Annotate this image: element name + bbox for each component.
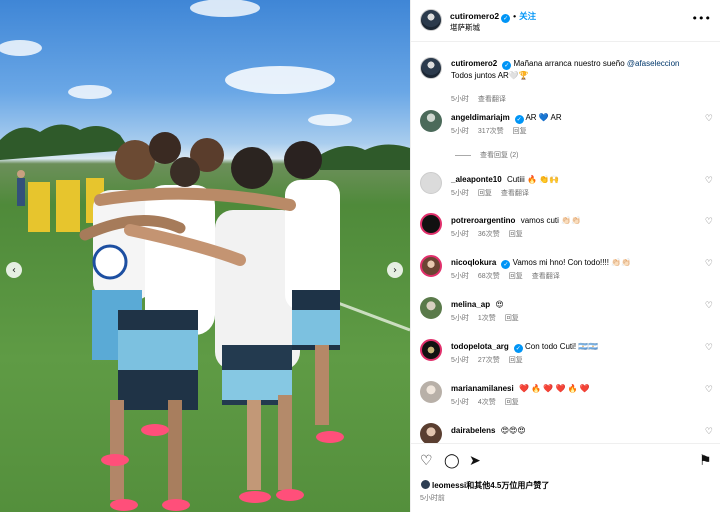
avatar[interactable] — [420, 9, 442, 31]
comment-username[interactable]: todopelota_arg — [451, 342, 509, 351]
caption-body: Mañana arranca nuestro sueño — [513, 59, 625, 68]
next-photo-button[interactable]: › — [387, 262, 403, 278]
caption-text: cutiromero2 ✓ Mañana arranca nuestro sueñ… — [451, 58, 695, 81]
comment-username[interactable]: potreroargentino — [451, 216, 515, 225]
comment-time: 5小时 — [451, 231, 469, 238]
comment-text: Con todo Cuti! 🇦🇷🇦🇷 — [525, 342, 599, 351]
follow-button[interactable]: 关注 — [519, 11, 536, 21]
caption-time: 5小时 — [451, 96, 469, 103]
avatar[interactable] — [420, 381, 442, 403]
bookmark-icon[interactable]: ⚑ — [699, 453, 712, 469]
separator: • — [513, 11, 517, 21]
comment-likes[interactable]: 36次赞 — [478, 231, 500, 238]
comment-time: 5小时 — [451, 315, 469, 322]
comments-list[interactable]: cutiromero2 ✓ Mañana arranca nuestro sueñ… — [411, 48, 720, 443]
avatar[interactable] — [420, 57, 442, 79]
like-comment-icon[interactable]: ♡ — [705, 427, 713, 437]
likes-count[interactable]: 和其他4.5万位用户赞了 — [466, 481, 549, 490]
like-comment-icon[interactable]: ♡ — [705, 259, 713, 269]
reply-button[interactable]: 回复 — [513, 128, 527, 135]
see-translation-link[interactable]: 查看翻译 — [478, 96, 506, 103]
comment-username[interactable]: marianamilanesi — [451, 384, 514, 393]
comment-likes[interactable]: 1次赞 — [478, 315, 496, 322]
reply-button[interactable]: 回复 — [509, 231, 523, 238]
reply-button[interactable]: 回复 — [509, 357, 523, 364]
comment-time: 5小时 — [451, 399, 469, 406]
verified-badge-icon: ✓ — [501, 14, 511, 23]
comment-likes[interactable]: 68次赞 — [478, 273, 500, 280]
comment-likes[interactable]: 317次赞 — [478, 128, 504, 135]
verified-badge-icon: ✓ — [501, 260, 511, 269]
avatar[interactable] — [420, 297, 442, 319]
mention-link[interactable]: @afaseleccion — [627, 59, 680, 68]
avatar[interactable] — [420, 339, 442, 361]
like-comment-icon[interactable]: ♡ — [705, 301, 713, 311]
caption-meta: 5小时 查看翻译 — [451, 94, 515, 104]
like-comment-icon[interactable]: ♡ — [705, 217, 713, 227]
reply-button[interactable]: 回复 — [509, 273, 523, 280]
comment-username[interactable]: angeldimariajm — [451, 113, 510, 122]
verified-badge-icon: ✓ — [513, 344, 523, 353]
comment-username[interactable]: dairabelens — [451, 426, 495, 435]
verified-badge-icon: ✓ — [502, 61, 512, 70]
avatar[interactable] — [420, 110, 442, 132]
caption-username[interactable]: cutiromero2 — [451, 59, 497, 68]
comment-text: 😍😍😍 — [500, 426, 526, 435]
more-options-icon[interactable]: ••• — [692, 12, 711, 25]
reply-button[interactable]: 回复 — [505, 399, 519, 406]
comment-text: 😍 — [495, 300, 504, 309]
heart-icon[interactable]: ♡ — [420, 453, 433, 469]
comment-text: ❤️ 🔥 ❤️ ❤️ 🔥 ❤️ — [518, 384, 590, 393]
likes-summary[interactable]: leomessi和其他4.5万位用户赞了 — [420, 479, 549, 491]
comment-text: Cutiii 🔥 👏🙌 — [506, 175, 560, 184]
comment-likes[interactable]: 4次赞 — [478, 399, 496, 406]
verified-badge-icon: ✓ — [514, 115, 524, 124]
share-icon[interactable]: ➤ — [469, 453, 481, 469]
post-time: 5小时前 — [420, 495, 445, 502]
post-side-panel: cutiromero2 ✓ • 关注 堪萨斯城 ••• cutiromero2 ✓ Ma… — [410, 0, 720, 512]
like-comment-icon[interactable]: ♡ — [705, 114, 713, 124]
see-translation-link[interactable]: 查看翻译 — [501, 190, 529, 197]
comment-text: AR 💙 AR — [525, 113, 562, 122]
avatar — [420, 479, 431, 490]
previous-photo-button[interactable]: ‹ — [6, 262, 22, 278]
team-huddle-image — [0, 0, 410, 511]
comment-time: 5小时 — [451, 128, 469, 135]
avatar[interactable] — [420, 213, 442, 235]
see-translation-link[interactable]: 查看翻译 — [532, 273, 560, 280]
post-photo[interactable]: ‹ › — [0, 0, 410, 512]
like-comment-icon[interactable]: ♡ — [705, 343, 713, 353]
reply-button[interactable]: 回复 — [478, 190, 492, 197]
post-header: cutiromero2 ✓ • 关注 堪萨斯城 ••• — [411, 0, 720, 42]
caption-body-2: Todos juntos AR🤍🏆 — [451, 71, 529, 80]
view-replies-button[interactable]: 查看回复 (2) — [455, 150, 519, 160]
location-link[interactable]: 堪萨斯城 — [450, 22, 480, 33]
like-comment-icon[interactable]: ♡ — [705, 385, 713, 395]
like-comment-icon[interactable]: ♡ — [705, 176, 713, 186]
avatar[interactable] — [420, 423, 442, 443]
comment-username[interactable]: nicoqlokura — [451, 258, 496, 267]
comment-icon[interactable]: ◯ — [444, 453, 460, 469]
reply-button[interactable]: 回复 — [505, 315, 519, 322]
comment-username[interactable]: melina_ap — [451, 300, 490, 309]
comment-text: Vamos mi hno! Con todo!!!! 👏🏻👏🏻 — [512, 258, 632, 267]
comment-time: 5小时 — [451, 190, 469, 197]
avatar[interactable] — [420, 172, 442, 194]
avatar[interactable] — [420, 255, 442, 277]
comment-text: vamos cuti 👏🏻👏🏻 — [520, 216, 582, 225]
post-actions: ♡ ◯ ➤ ⚑ leomessi和其他4.5万位用户赞了 5小时前 — [411, 443, 720, 512]
comment-time: 5小时 — [451, 357, 469, 364]
comment-time: 5小时 — [451, 273, 469, 280]
comment-username[interactable]: _aleaponte10 — [451, 175, 502, 184]
comment-likes[interactable]: 27次赞 — [478, 357, 500, 364]
liker-username[interactable]: leomessi — [432, 481, 466, 490]
author-username[interactable]: cutiromero2 — [450, 11, 499, 21]
